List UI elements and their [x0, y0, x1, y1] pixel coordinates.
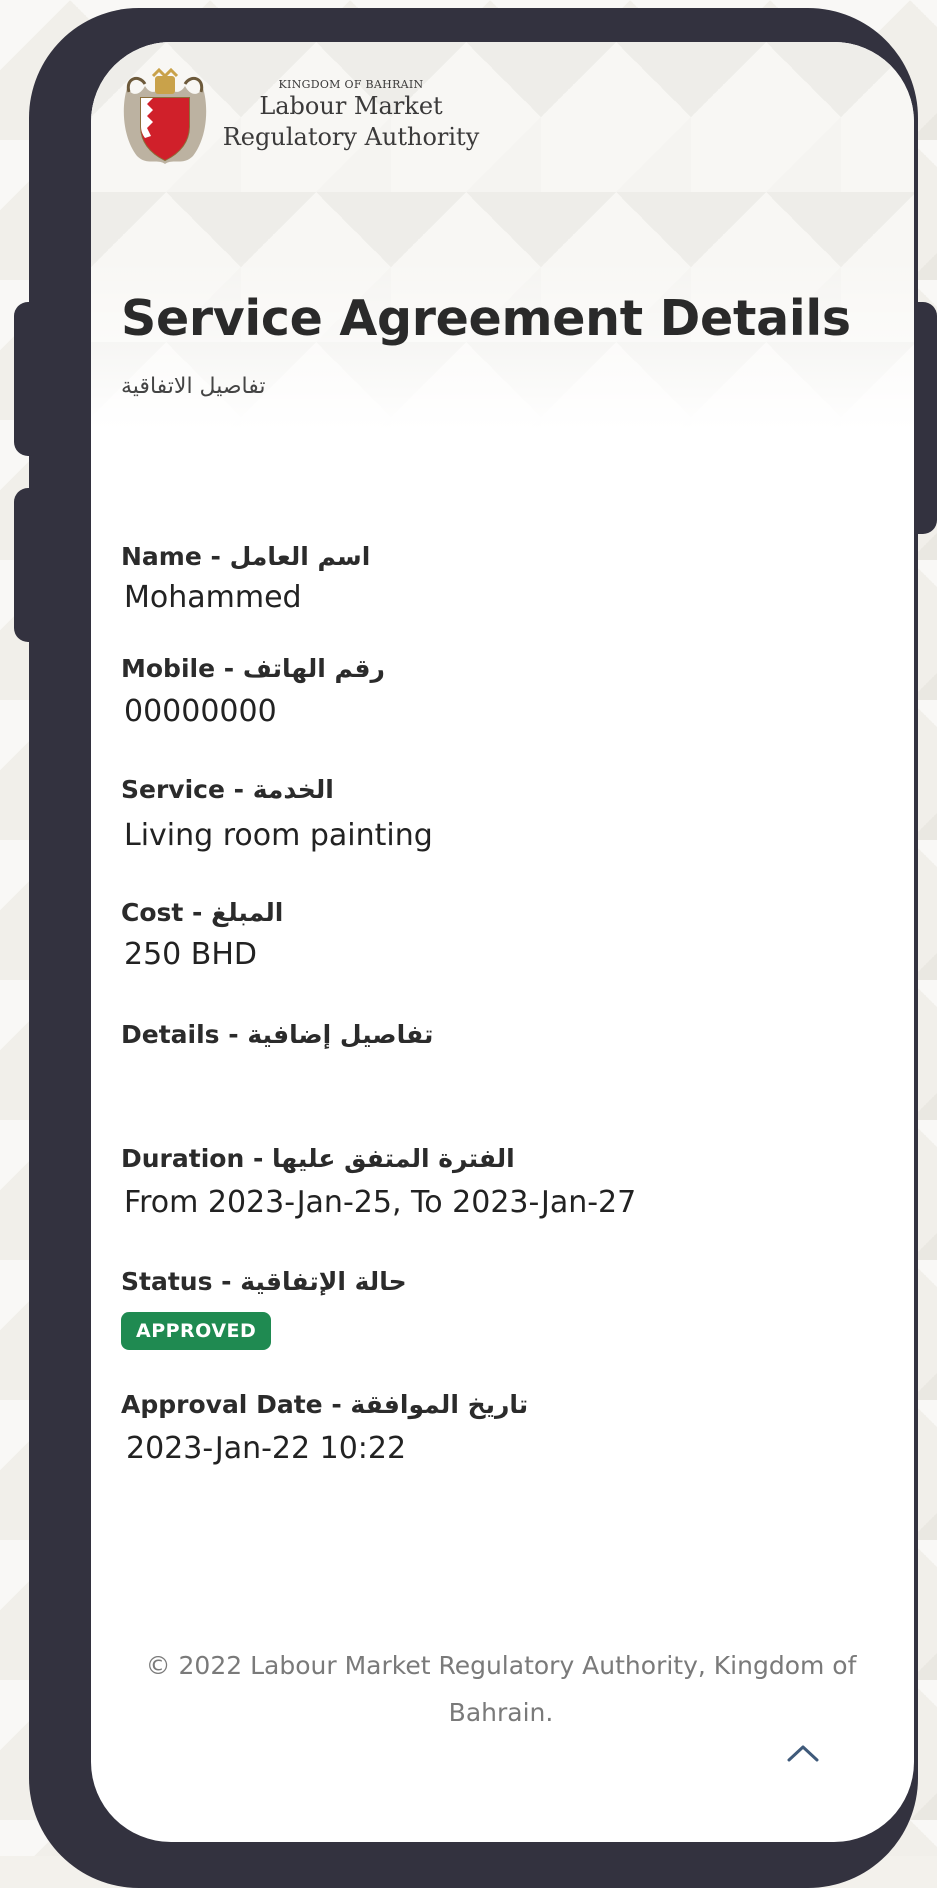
page-title: Service Agreement Details [121, 290, 851, 347]
page-subtitle: تفاصيل الاتفاقية [121, 374, 266, 399]
org-name-line2: Regulatory Authority [222, 123, 480, 151]
phone-screen: KINGDOM OF BAHRAIN Labour Market Regulat… [91, 42, 914, 1842]
name-value: Mohammed [124, 580, 302, 615]
cost-value: 250 BHD [124, 937, 258, 972]
footer-copyright: © 2022 Labour Market Regulatory Authorit… [145, 1651, 857, 1727]
duration-value: From 2023-Jan-25, To 2023-Jan-27 [124, 1185, 637, 1220]
approval-date-value: 2023-Jan-22 10:22 [126, 1431, 407, 1466]
cost-label: Cost - المبلغ [121, 898, 284, 927]
service-value: Living room painting [124, 818, 433, 853]
duration-label: Duration - الفترة المتفق عليها [121, 1144, 515, 1173]
status-badge: APPROVED [121, 1312, 272, 1350]
phone-frame: KINGDOM OF BAHRAIN Labour Market Regulat… [29, 8, 918, 1888]
org-logo-text: KINGDOM OF BAHRAIN Labour Market Regulat… [221, 78, 481, 153]
bahrain-coat-of-arms-icon [123, 68, 207, 164]
chevron-up-icon[interactable] [781, 1732, 825, 1776]
status-label: Status - حالة الإتفاقية [121, 1267, 407, 1296]
details-label: Details - تفاصيل إضافية [121, 1020, 434, 1049]
approval-date-label: Approval Date - تاريخ الموافقة [121, 1390, 529, 1419]
org-kingdom: KINGDOM OF BAHRAIN [278, 78, 424, 91]
mobile-value: 00000000 [124, 694, 277, 729]
org-name-line1: Labour Market [259, 92, 443, 120]
mobile-label: Mobile - رقم الهاتف [121, 654, 385, 683]
name-label: Name - اسم العامل [121, 542, 371, 571]
service-label: Service - الخدمة [121, 775, 334, 804]
